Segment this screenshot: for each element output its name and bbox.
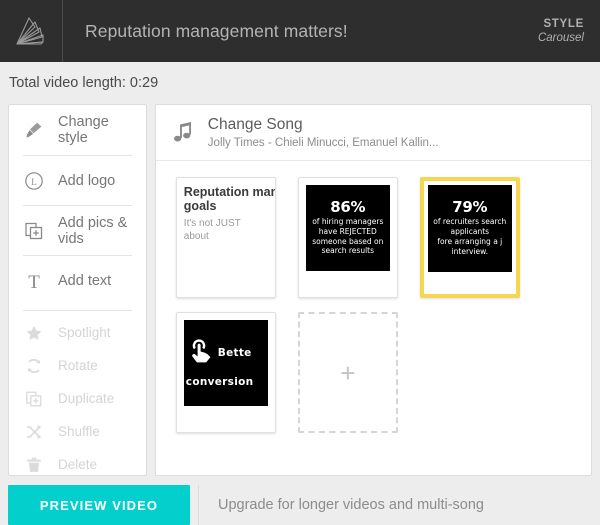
fan-logo-icon bbox=[14, 15, 48, 47]
sidebar-item-delete: Delete bbox=[23, 448, 132, 481]
tap-hand-icon bbox=[186, 336, 216, 371]
duplicate-icon bbox=[23, 388, 45, 410]
sidebar-item-add-logo[interactable]: L Add logo bbox=[23, 155, 132, 205]
sidebar-item-label: Delete bbox=[58, 457, 98, 472]
shuffle-icon bbox=[23, 421, 45, 443]
tools-sidebar: Change style L Add logo Add pics & vids … bbox=[8, 104, 147, 476]
scene-card[interactable]: Reputation managemen goals It's not JUST… bbox=[175, 177, 276, 298]
scene-stat-line3: fore arranging a j bbox=[437, 237, 503, 246]
video-editor-app: Reputation management matters! STYLE Car… bbox=[0, 0, 600, 525]
app-header: Reputation management matters! STYLE Car… bbox=[0, 0, 600, 62]
scene-title-line2: goals bbox=[183, 199, 217, 214]
scene-stat-line1: of hiring managers bbox=[312, 216, 384, 226]
current-song-name: Jolly Times - Chieli Minucci, Emanuel Ka… bbox=[207, 137, 439, 149]
app-logo[interactable] bbox=[0, 0, 63, 62]
scene-card[interactable]: 86% of hiring managers have REJECTED som… bbox=[297, 177, 398, 298]
scene-stat-line1: of recruiters search bbox=[433, 217, 507, 227]
trash-icon bbox=[23, 454, 45, 476]
preview-video-button[interactable]: PREVIEW VIDEO bbox=[8, 485, 190, 525]
sidebar-divider bbox=[23, 310, 132, 311]
add-media-icon bbox=[23, 220, 45, 242]
style-label: STYLE bbox=[543, 17, 584, 30]
storyboard-panel: Change Song Jolly Times - Chieli Minucci… bbox=[154, 104, 592, 476]
text-t-icon: T bbox=[23, 270, 45, 292]
scene-thumbnail: Bette conversion bbox=[183, 320, 268, 406]
sidebar-item-label: Shuffle bbox=[58, 424, 100, 439]
scene-stat-line4: interview. bbox=[451, 246, 489, 256]
sidebar-item-change-style[interactable]: Change style bbox=[23, 105, 132, 155]
upgrade-text: Upgrade for longer videos and multi-song bbox=[218, 497, 484, 513]
scene-stat-percent: 86% bbox=[330, 197, 366, 216]
scene-card-selected[interactable]: 79% of recruiters search applicants fore… bbox=[419, 177, 520, 298]
add-scene-placeholder[interactable]: + bbox=[297, 312, 398, 433]
rotate-icon bbox=[23, 355, 45, 377]
scene-text-line2: conversion bbox=[185, 376, 254, 389]
svg-text:L: L bbox=[31, 177, 37, 187]
change-song-title: Change Song bbox=[207, 116, 303, 133]
music-note-icon bbox=[170, 121, 196, 145]
scene-stat-line3: someone based on bbox=[312, 236, 384, 246]
scene-subtitle-line2: about bbox=[183, 230, 209, 242]
sidebar-item-label: Add logo bbox=[58, 172, 116, 189]
scene-stat-percent: 79% bbox=[452, 198, 488, 217]
scene-title-line1: Reputation managemen bbox=[183, 185, 275, 199]
scene-grid: Reputation managemen goals It's not JUST… bbox=[156, 161, 591, 433]
scene-thumbnail: 86% of hiring managers have REJECTED som… bbox=[305, 185, 390, 271]
paintbrush-icon bbox=[23, 119, 45, 141]
footer-bar: PREVIEW VIDEO Upgrade for longer videos … bbox=[0, 485, 600, 525]
sidebar-item-rotate: Rotate bbox=[23, 349, 132, 382]
star-icon bbox=[23, 322, 45, 344]
scene-stat-line4: search results bbox=[321, 246, 375, 256]
sidebar-item-duplicate: Duplicate bbox=[23, 382, 132, 415]
sidebar-item-label: Spotlight bbox=[58, 325, 111, 340]
sidebar-item-spotlight: Spotlight bbox=[23, 316, 132, 349]
plus-icon: + bbox=[340, 357, 356, 388]
scene-stat-line2: have REJECTED bbox=[318, 226, 377, 236]
sidebar-item-label: Add text bbox=[58, 272, 112, 289]
sidebar-item-label: Add pics & vids bbox=[58, 214, 128, 247]
scene-stat-line2: applicants bbox=[450, 227, 490, 237]
style-indicator[interactable]: STYLE Carousel bbox=[538, 17, 600, 46]
scene-thumbnail: 79% of recruiters search applicants fore… bbox=[427, 185, 512, 272]
sidebar-item-shuffle: Shuffle bbox=[23, 415, 132, 448]
page-title: Reputation management matters! bbox=[85, 20, 348, 41]
editor-body: Change style L Add logo Add pics & vids … bbox=[0, 104, 600, 476]
total-length-text: Total video length: 0:29 bbox=[9, 75, 159, 91]
scene-subtitle-line1: It's not JUST bbox=[183, 217, 241, 229]
style-value: Carousel bbox=[537, 32, 584, 44]
change-song-row[interactable]: Change Song Jolly Times - Chieli Minucci… bbox=[155, 105, 591, 161]
sidebar-item-add-text[interactable]: T Add text bbox=[23, 255, 132, 305]
sidebar-item-label: Change style bbox=[58, 114, 109, 146]
circled-l-icon: L bbox=[23, 170, 45, 192]
svg-text:T: T bbox=[28, 272, 40, 291]
scene-text-line1: Bette bbox=[217, 347, 252, 360]
sidebar-item-label: Duplicate bbox=[58, 391, 115, 406]
total-length-bar: Total video length: 0:29 bbox=[0, 62, 600, 104]
scene-card[interactable]: Bette conversion bbox=[175, 312, 276, 433]
sidebar-item-add-pics-vids[interactable]: Add pics & vids bbox=[23, 205, 132, 255]
sidebar-item-label: Rotate bbox=[58, 358, 98, 373]
upgrade-banner[interactable]: Upgrade for longer videos and multi-song bbox=[198, 485, 592, 525]
